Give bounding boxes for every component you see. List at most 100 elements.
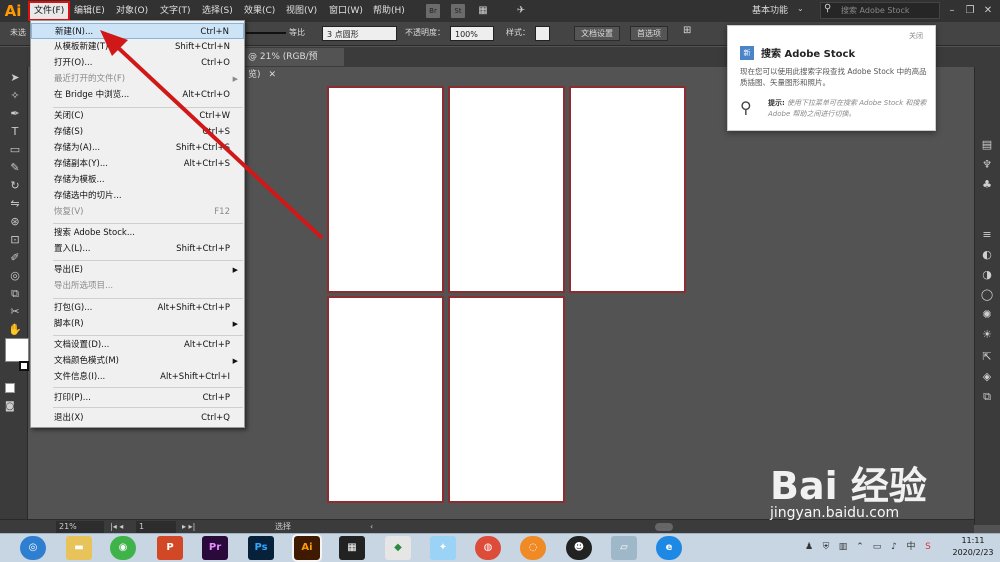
wechat-icon[interactable]: ◉ [110,536,136,560]
shape-builder-icon[interactable]: ⊡ [8,233,22,247]
premiere-icon[interactable]: Pr [202,536,228,560]
app-icon[interactable]: ◆ [385,536,411,560]
file-menu-item[interactable]: 存储为(A)... Shift+Ctrl+S [31,140,244,156]
close-tab-icon[interactable]: ✕ [269,70,277,80]
swatches-panel-icon[interactable]: ♆ [980,158,994,172]
document-tab[interactable]: @ 21% (RGB/预览) ✕ [244,48,344,80]
file-menu-item[interactable]: 文件信息(I)... Alt+Shift+Ctrl+I [31,369,244,385]
bridge-icon[interactable]: Br [426,4,440,18]
chevron-down-icon[interactable]: ⌄ [797,4,804,13]
menu-file[interactable]: 文件(F) [27,1,71,21]
artboard-5[interactable] [448,296,565,503]
file-menu-item[interactable]: 打开(O)... Ctrl+O [31,55,244,71]
magic-wand-icon[interactable]: ✧ [8,89,22,103]
maximize-button[interactable]: ❐ [962,2,978,19]
fill-swatch[interactable] [5,338,29,362]
menu-effect[interactable]: 效果(C) [239,2,280,20]
file-menu-item[interactable]: 文档颜色模式(M) ▶ [31,353,244,369]
menu-object[interactable]: 对象(O) [111,2,153,20]
draw-mode-icon[interactable]: ◙ [5,401,17,413]
illustrator-icon[interactable]: Ai [292,534,322,562]
preferences-button[interactable]: 首选项 [630,26,668,41]
artboard-number[interactable]: 1 [136,521,176,533]
stock-icon[interactable]: St [451,4,465,18]
artboards-panel-icon[interactable]: ⧉ [980,390,994,404]
artboard-3[interactable] [569,86,686,293]
user-tray-icon[interactable]: ♟ [803,541,815,553]
file-explorer-icon[interactable]: ▬ [66,536,92,560]
style-swatch[interactable] [535,26,550,41]
file-menu-item[interactable]: 导出(E) ▶ [31,262,244,278]
security-tray-icon[interactable]: ⛨ [820,541,832,553]
export-panel-icon[interactable]: ⇱ [980,350,994,364]
menu-view[interactable]: 视图(V) [281,2,322,20]
eyedropper-icon[interactable]: ✐ [8,251,22,265]
network-tray-icon[interactable]: ▥ [837,541,849,553]
file-menu-item[interactable]: 搜索 Adobe Stock... [31,225,244,241]
brushes-panel-icon[interactable]: ☀ [980,328,994,342]
artboard-nav-prev[interactable]: |◂ ◂ [110,521,123,533]
video-editor-icon[interactable]: ▦ [339,536,365,560]
pen-tool-icon[interactable]: ✒ [8,107,22,121]
browser-360-icon[interactable]: ◎ [20,536,46,560]
artboard-tool-icon[interactable]: ⧉ [8,287,22,301]
type-tool-icon[interactable]: T [8,125,22,139]
stroke-profile[interactable]: 等比 [289,27,305,38]
workspace-switcher[interactable]: 基本功能 [752,2,788,20]
appearance-panel-icon[interactable]: ◯ [980,288,994,302]
file-menu-item[interactable]: 最近打开的文件(F) ▶ [31,71,244,87]
ime-icon[interactable]: 中 [905,541,917,553]
menu-help[interactable]: 帮助(H) [368,2,410,20]
artboard-2[interactable] [448,86,565,293]
menu-type[interactable]: 文字(T) [155,2,196,20]
color-panel-icon[interactable]: ▤ [980,138,994,152]
file-menu-item[interactable]: 存储选中的切片... [31,188,244,204]
document-setup-button[interactable]: 文档设置 [574,26,620,41]
browser-icon[interactable]: ◌ [520,536,546,560]
artboard-4[interactable] [327,296,444,503]
notes-icon[interactable]: ▱ [611,536,637,560]
artboard-nav-next[interactable]: ▸ ▸| [182,521,195,533]
stock-search-input[interactable]: 搜索 Adobe Stock [820,2,940,19]
file-menu-item[interactable]: 存储(S) Ctrl+S [31,124,244,140]
blend-tool-icon[interactable]: ◎ [8,269,22,283]
artboard-1[interactable] [327,86,444,293]
display-tray-icon[interactable]: ▭ [871,541,883,553]
file-menu-item[interactable]: 存储副本(Y)... Alt+Ctrl+S [31,156,244,172]
layers-panel-icon[interactable]: ◈ [980,370,994,384]
file-menu-item[interactable]: 新建(N)... Ctrl+N [31,23,244,39]
file-menu-item[interactable]: 脚本(R) ▶ [31,316,244,332]
color-mode-icon[interactable] [5,383,15,393]
slice-tool-icon[interactable]: ✂ [8,305,22,319]
file-menu-item[interactable]: 退出(X) Ctrl+Q [31,410,244,426]
file-menu-item[interactable]: 在 Bridge 中浏览... Alt+Ctrl+O [31,87,244,103]
file-menu-item[interactable]: 关闭(C) Ctrl+W [31,108,244,124]
powerpoint-icon[interactable]: P [157,536,183,560]
volume-icon[interactable]: ♪ [888,541,900,553]
gradient-panel-icon[interactable]: ◐ [980,248,994,262]
photoshop-icon[interactable]: Ps [248,536,274,560]
sogou-icon[interactable]: S [922,541,934,553]
file-menu-item[interactable]: 存储为模板... [31,172,244,188]
width-tool-icon[interactable]: ⇋ [8,197,22,211]
rotate-tool-icon[interactable]: ↻ [8,179,22,193]
file-menu-item[interactable]: 恢复(V) F12 [31,204,244,220]
transparency-panel-icon[interactable]: ◑ [980,268,994,282]
stroke-panel-icon[interactable]: ≡ [980,228,994,242]
file-menu-item[interactable]: 打包(G)... Alt+Shift+Ctrl+P [31,300,244,316]
warp-tool-icon[interactable]: ⊛ [8,215,22,229]
popup-close-button[interactable]: 关闭 [909,31,923,41]
opacity-input[interactable]: 100% [450,26,494,41]
close-button[interactable]: ✕ [980,2,996,19]
menu-edit[interactable]: 编辑(E) [69,2,110,20]
horizontal-scrollbar-thumb[interactable] [655,523,673,531]
file-menu-item[interactable]: 置入(L)... Shift+Ctrl+P [31,241,244,257]
system-clock[interactable]: 11:11 2020/2/23 [948,535,998,559]
arrange-documents-icon[interactable]: ▦ [476,4,490,18]
file-menu-item[interactable]: 文档设置(D)... Alt+Ctrl+P [31,337,244,353]
file-menu-item[interactable]: 打印(P)... Ctrl+P [31,390,244,406]
chrome-icon[interactable]: ◍ [475,536,501,560]
scroll-left-icon[interactable]: ‹ [370,521,373,533]
graphic-styles-panel-icon[interactable]: ✺ [980,308,994,322]
stroke-swatch[interactable] [19,361,29,371]
